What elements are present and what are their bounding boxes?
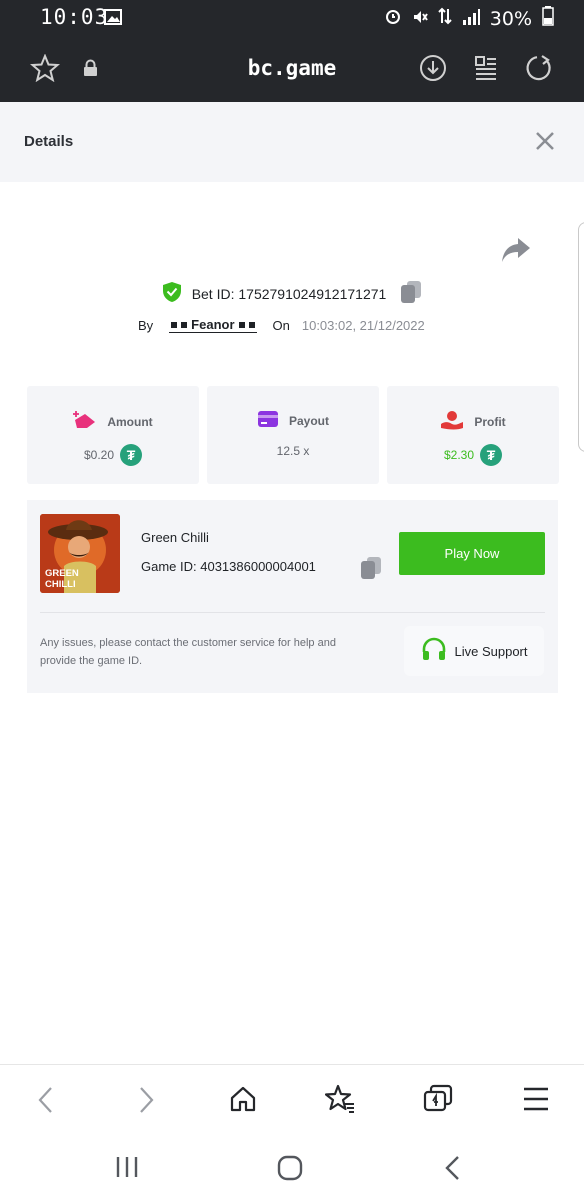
hidden-marker-icon bbox=[171, 321, 178, 328]
bet-id-row: Bet ID: 1752791024912171271 bbox=[0, 280, 584, 307]
reload-icon[interactable] bbox=[525, 54, 553, 87]
game-name: Green Chilli bbox=[141, 530, 209, 545]
back-arrow-icon[interactable] bbox=[36, 1085, 56, 1120]
home-button-icon[interactable] bbox=[277, 1155, 303, 1186]
copy-bet-id-icon[interactable] bbox=[400, 280, 422, 307]
bet-id: Bet ID: 1752791024912171271 bbox=[191, 285, 387, 302]
details-header: Details bbox=[0, 102, 584, 182]
help-text: Any issues, please contact the customer … bbox=[40, 637, 336, 667]
reader-mode-icon[interactable] bbox=[474, 55, 498, 86]
bookmarks-star-icon[interactable] bbox=[324, 1084, 355, 1119]
game-id: Game ID: 4031386000004001 bbox=[141, 559, 316, 574]
profit-value: $2.30 bbox=[443, 448, 475, 462]
payout-card-icon bbox=[257, 410, 279, 431]
status-time: 10:03 bbox=[40, 5, 109, 29]
payout-card: Payout 12.5 x bbox=[207, 386, 379, 484]
recent-apps-icon[interactable] bbox=[115, 1155, 139, 1184]
forward-arrow-icon[interactable] bbox=[136, 1085, 156, 1120]
hidden-marker-icon bbox=[248, 321, 255, 328]
bet-timestamp: 10:03:02, 21/12/2022 bbox=[301, 317, 425, 333]
bet-author-row: By Feanor On 10:03:02, 21/12/2022 bbox=[138, 317, 425, 333]
play-now-button[interactable]: Play Now bbox=[399, 532, 545, 575]
alarm-icon bbox=[384, 7, 402, 30]
live-support-label: Live Support bbox=[454, 643, 528, 659]
battery-icon bbox=[542, 6, 554, 31]
username-link[interactable]: Feanor bbox=[169, 317, 257, 333]
data-icon bbox=[438, 7, 452, 30]
tether-coin-icon: ₮ bbox=[480, 444, 503, 466]
on-label: On bbox=[272, 317, 290, 333]
download-icon[interactable] bbox=[419, 54, 447, 87]
amount-value: $0.20 bbox=[83, 448, 115, 462]
verified-shield-icon bbox=[162, 281, 182, 306]
live-support-button[interactable]: Live Support bbox=[404, 626, 544, 676]
headset-icon bbox=[421, 637, 447, 666]
browser-bottom-nav bbox=[0, 1064, 584, 1200]
battery-level: 30% bbox=[489, 7, 532, 30]
details-title: Details bbox=[24, 133, 74, 150]
tether-coin-icon: ₮ bbox=[120, 444, 143, 466]
amount-icon bbox=[73, 410, 97, 433]
side-panel-handle[interactable] bbox=[578, 222, 584, 452]
signal-icon bbox=[462, 8, 480, 30]
hidden-marker-icon bbox=[181, 321, 188, 328]
home-icon[interactable] bbox=[229, 1085, 257, 1118]
profit-hand-icon bbox=[440, 410, 464, 433]
divider bbox=[40, 612, 545, 613]
payout-title: Payout bbox=[288, 413, 329, 428]
share-icon[interactable] bbox=[500, 236, 532, 269]
profit-card: Profit $2.30 ₮ bbox=[387, 386, 559, 484]
tabs-icon[interactable] bbox=[423, 1084, 453, 1119]
gallery-notification-icon bbox=[104, 9, 122, 30]
game-thumbnail-title: GREEN CHILLI bbox=[45, 568, 79, 590]
hidden-marker-icon bbox=[238, 321, 245, 328]
amount-card: Amount $0.20 ₮ bbox=[27, 386, 199, 484]
copy-game-id-icon[interactable] bbox=[360, 556, 382, 585]
profit-title: Profit bbox=[474, 414, 506, 429]
mute-icon bbox=[412, 8, 428, 30]
menu-icon[interactable] bbox=[523, 1087, 549, 1116]
system-back-icon[interactable] bbox=[443, 1155, 463, 1186]
close-icon[interactable] bbox=[530, 126, 560, 156]
game-panel: GREEN CHILLI Green Chilli Game ID: 40313… bbox=[27, 500, 558, 693]
game-thumbnail[interactable]: GREEN CHILLI bbox=[40, 514, 120, 593]
amount-title: Amount bbox=[107, 414, 153, 429]
by-label: By bbox=[138, 317, 154, 333]
status-indicators: 30% bbox=[384, 6, 554, 31]
payout-value: 12.5 x bbox=[276, 444, 310, 458]
browser-top-bar: 10:03 30% bc.game bbox=[0, 0, 584, 102]
username: Feanor bbox=[191, 317, 235, 332]
